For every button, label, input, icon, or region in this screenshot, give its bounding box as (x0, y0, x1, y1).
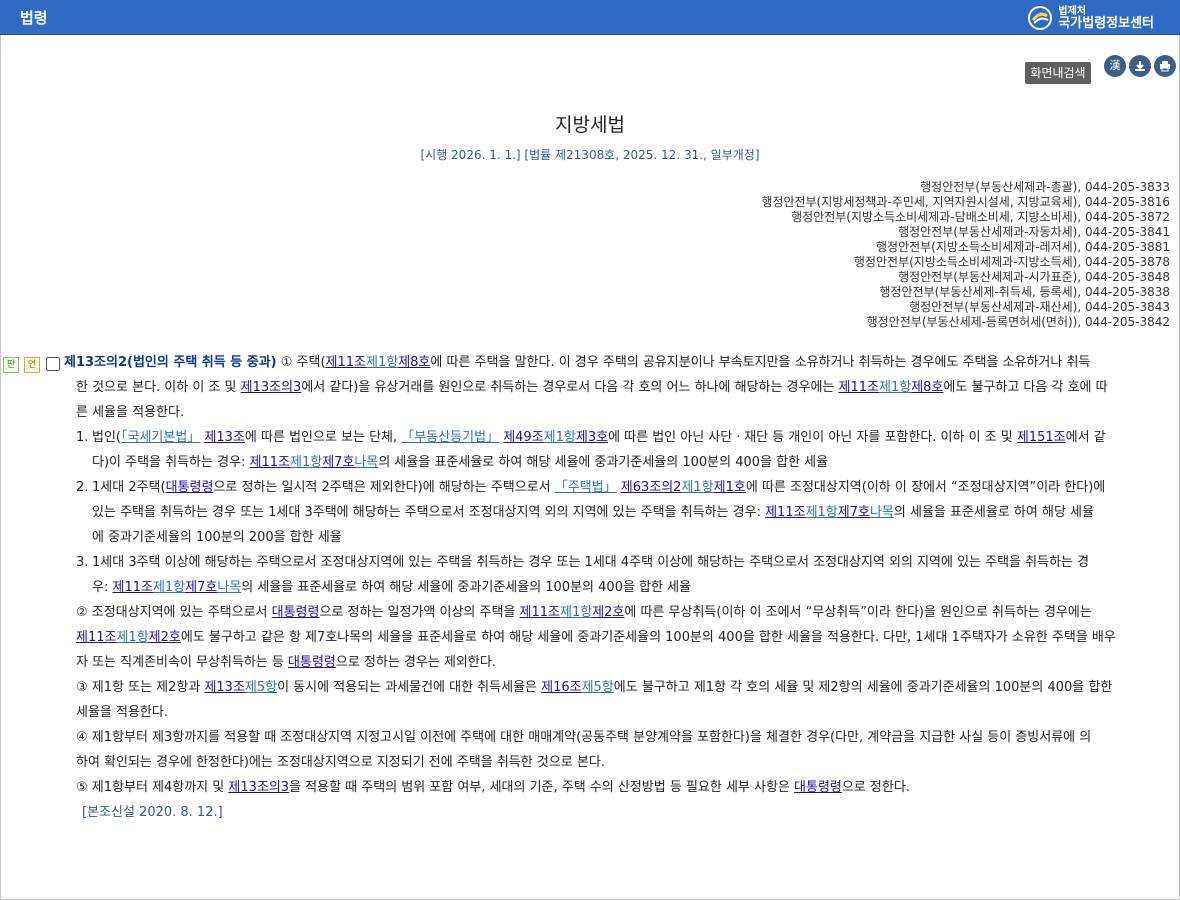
in-page-search-button[interactable]: 화면내검색 (1025, 62, 1091, 84)
dept-line: 행정안전부(지방소득소비세제과-지방소득세), 044-205-3878 (853, 255, 1170, 269)
item-3: 3. 1세대 3주택 이상에 해당하는 주택으로서 조정대상지역에 있는 주택을… (76, 555, 1090, 595)
law-link[interactable]: 제7호 (185, 580, 217, 595)
law-link[interactable]: 제1항 (290, 455, 322, 470)
law-link[interactable]: 「국세기본법」 (121, 430, 200, 445)
law-link[interactable]: 제1항 (544, 430, 576, 445)
law-link[interactable]: 대통령령 (288, 655, 336, 670)
law-enforcement-info: [시행 2026. 1. 1.] [법률 제21308호, 2025. 12. … (420, 148, 760, 162)
law-link[interactable]: 나목 (217, 580, 241, 595)
law-link[interactable]: 제63조의2 (621, 480, 682, 495)
law-link[interactable]: 제2호 (592, 605, 624, 620)
law-link[interactable]: 제1항 (153, 580, 185, 595)
paragraph-3: ③ 제1항 또는 제2항과 제13조제5항이 동시에 적용되는 과세물건에 대한… (76, 680, 1113, 720)
law-link[interactable]: 제11조 (250, 455, 290, 470)
hanja-toggle-button[interactable]: 漢 (1104, 55, 1126, 77)
paragraph-1: 제13조의2(법인의 주택 취득 등 중과) ① 주택(제11조제1항제8호에 … (64, 355, 1108, 420)
law-link[interactable]: 제11조 (765, 505, 805, 520)
law-link[interactable]: 제2호 (149, 630, 181, 645)
brand-big: 국가법령정보센터 (1058, 16, 1154, 31)
law-link[interactable]: 대통령령 (166, 480, 214, 495)
law-link[interactable]: 제1항 (366, 355, 398, 370)
item-2: 2. 1세대 2주택(대통령령으로 정하는 일시적 2주택은 제외한다)에 해당… (76, 480, 1106, 545)
law-link[interactable]: 제16조 (541, 680, 581, 695)
hanja-icon: 漢 (1109, 59, 1121, 72)
law-link[interactable]: 제11조 (112, 580, 152, 595)
law-link[interactable]: 제151조 (1017, 430, 1066, 445)
law-link[interactable]: 나목 (354, 455, 378, 470)
dept-line: 행정안전부(부동산세제과-총괄), 044-205-3833 (920, 180, 1170, 194)
paragraph-2: ② 조정대상지역에 있는 주택으로서 대통령령으로 정하는 일정가액 이상의 주… (76, 605, 1116, 670)
law-link[interactable]: 제1호 (714, 480, 746, 495)
history-badge[interactable]: 연 (24, 357, 40, 373)
law-link[interactable]: 제13조의3 (228, 780, 289, 795)
precedent-badge[interactable]: 판 (3, 357, 19, 373)
brand-logo[interactable]: 법제처 국가법령정보센터 (1027, 4, 1154, 32)
dept-line: 행정안전부(부동산세제-취득세, 등록세), 044-205-3838 (879, 285, 1170, 299)
law-link[interactable]: 제1항 (116, 630, 148, 645)
law-link[interactable]: 제11조 (839, 380, 879, 395)
download-icon (1135, 61, 1145, 71)
law-link[interactable]: 「주택법」 (555, 480, 617, 495)
law-link[interactable]: 제11조 (520, 605, 560, 620)
app-title: 법령 (20, 9, 48, 27)
law-link[interactable]: 제13조 (204, 430, 244, 445)
law-link[interactable]: 제7호 (838, 505, 870, 520)
dept-line: 행정안전부(지방세정책과-주민세, 지역자원시설세, 지방교육세), 044-2… (761, 195, 1170, 209)
law-link[interactable]: 「부동산등기법」 (401, 430, 499, 445)
paragraph-5: ⑤ 제1항부터 제4항까지 및 제13조의3을 적용할 때 주택의 범위 포함 … (76, 780, 910, 795)
law-link[interactable]: 제13조의3 (241, 380, 302, 395)
dept-line: 행정안전부(부동산세제-등록면허세(면허)), 044-205-3842 (866, 315, 1170, 329)
print-button[interactable] (1154, 55, 1176, 77)
print-icon (1160, 61, 1170, 72)
law-link[interactable]: 제8호 (911, 380, 943, 395)
brand-emblem-icon (1028, 6, 1053, 30)
law-link[interactable]: 제5항 (245, 680, 277, 695)
law-link[interactable]: 제49조 (503, 430, 543, 445)
dept-line: 행정안전부(지방소득소비세제과-담배소비세, 지방소비세), 044-205-3… (791, 210, 1170, 224)
law-link[interactable]: 제1항 (879, 380, 911, 395)
law-link[interactable]: 제11조 (326, 355, 366, 370)
paragraph-4: ④ 제1항부터 제3항까지를 적용할 때 조정대상지역 지정고시일 이전에 주택… (76, 730, 1092, 770)
download-button[interactable] (1129, 55, 1151, 77)
law-link[interactable]: 제3호 (576, 430, 608, 445)
law-link[interactable]: 제11조 (76, 630, 116, 645)
dept-line: 행정안전부(부동산세제과-재산세), 044-205-3843 (909, 300, 1170, 314)
law-link[interactable]: 제1항 (681, 480, 713, 495)
law-link[interactable]: 제1항 (560, 605, 592, 620)
article-checkbox[interactable] (46, 357, 60, 371)
dept-line: 행정안전부(부동산세제과-자동차세), 044-205-3841 (898, 225, 1170, 239)
law-link[interactable]: 제8호 (398, 355, 430, 370)
law-title: 지방세법 (555, 114, 625, 136)
law-link[interactable]: 제13조 (204, 680, 244, 695)
article-heading: 제13조의2(법인의 주택 취득 등 중과) (64, 355, 277, 370)
item-1: 1. 법인(「국세기본법」 제13조에 따른 법인으로 보는 단체, 「부동산등… (76, 430, 1106, 470)
law-link[interactable]: 나목 (870, 505, 894, 520)
law-link[interactable]: 대통령령 (794, 780, 842, 795)
law-link[interactable]: 제5항 (582, 680, 614, 695)
dept-list: 행정안전부(부동산세제과-총괄), 044-205-3833 행정안전부(지방세… (761, 180, 1170, 330)
law-link[interactable]: 제7호 (322, 455, 354, 470)
law-link[interactable]: 제1항 (806, 505, 838, 520)
top-bar: 법령 법제처 국가법령정보센터 (0, 0, 1180, 35)
law-link[interactable]: 대통령령 (272, 605, 320, 620)
enactment-note: [본조신설 2020. 8. 12.] (82, 805, 223, 820)
dept-line: 행정안전부(부동산세제과-시가표준), 044-205-3848 (898, 270, 1170, 284)
dept-line: 행정안전부(지방소득소비세제과-레저세), 044-205-3881 (875, 240, 1170, 254)
